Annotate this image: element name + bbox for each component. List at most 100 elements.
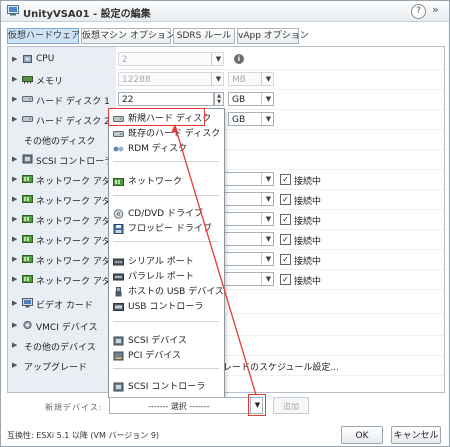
add-button[interactable]: 追加: [273, 397, 309, 414]
network-select[interactable]: ▼: [218, 192, 274, 206]
menu-item-label: RDM ディスク: [128, 144, 188, 154]
menu-item-cd-dvd-drive[interactable]: CD/DVD ドライブ: [111, 207, 221, 221]
virtual-hardware-panel: ▶ CPU 2 ▼ i ▶ メモリ 12288 ▼ MB ▼ ▶ ハード ディス…: [7, 46, 445, 393]
expand-arrow-icon[interactable]: ▶: [12, 255, 17, 263]
expand-arrow-icon[interactable]: ▶: [12, 341, 17, 349]
tab-vapp-options[interactable]: vApp オプション: [237, 28, 309, 44]
cpu-label: CPU: [36, 54, 55, 64]
new-device-select[interactable]: ------- 選択 ------- ▼: [109, 397, 263, 414]
hard-disk-icon: [113, 131, 124, 137]
menu-item-label: パラレル ポート: [128, 272, 194, 282]
connected-checkbox[interactable]: ✓: [280, 214, 291, 225]
network-select[interactable]: ▼: [218, 172, 274, 186]
network-adapter-icon: [22, 275, 33, 283]
network-select[interactable]: ▼: [218, 272, 274, 286]
tab-vm-options[interactable]: 仮想マシン オプション: [81, 28, 175, 44]
menu-item-new-hard-disk[interactable]: 新規ハード ディスク: [111, 112, 221, 126]
menu-separator: [113, 195, 219, 196]
menu-item-serial-port[interactable]: シリアル ポート: [111, 255, 221, 269]
hard-disk-1-unit: GB: [232, 95, 246, 105]
menu-item-label: SCSI デバイス: [128, 336, 187, 346]
expand-arrow-icon[interactable]: ▶: [12, 195, 17, 203]
menu-separator: [113, 368, 219, 369]
chevron-down-icon: ▼: [211, 53, 225, 65]
menu-item-pci-device[interactable]: PCI デバイス: [111, 349, 221, 363]
expand-arrow-icon[interactable]: ▶: [12, 215, 17, 223]
menu-item-label: フロッピー ドライブ: [128, 224, 212, 234]
network-adapter-icon: [22, 215, 33, 223]
help-icon[interactable]: ?: [411, 4, 426, 19]
expand-arrow-icon[interactable]: ▶: [12, 175, 17, 183]
network-adapter-icon: [113, 178, 124, 186]
cpu-icon: [23, 55, 32, 63]
hard-disk-2-unit-select[interactable]: GB ▼: [228, 112, 274, 126]
menu-item-rdm-disk[interactable]: RDM ディスク: [111, 142, 221, 156]
menu-item-existing-hard-disk[interactable]: 既存のハード ディスク: [111, 127, 221, 141]
hard-disk-1-unit-select[interactable]: GB ▼: [228, 92, 274, 106]
menu-item-host-usb-device[interactable]: ホストの USB デバイス: [111, 285, 224, 299]
row-other-disks: その他のディスク: [8, 129, 444, 150]
expand-arrow-icon[interactable]: ▶: [12, 95, 17, 103]
connected-label: 接続中: [294, 257, 322, 267]
row-memory: ▶ メモリ 12288 ▼ MB ▼: [8, 69, 444, 90]
menu-item-network[interactable]: ネットワーク: [111, 175, 221, 189]
expand-arrow-icon[interactable]: ▶: [12, 75, 17, 83]
menu-item-floppy-drive[interactable]: フロッピー ドライブ: [111, 222, 221, 236]
menu-item-label: シリアル ポート: [128, 257, 194, 267]
network-select[interactable]: ▼: [218, 232, 274, 246]
memory-unit-select[interactable]: MB ▼: [228, 72, 274, 86]
tab-sdrs-rules[interactable]: SDRS ルール: [173, 28, 235, 44]
cpu-select[interactable]: 2 ▼: [118, 52, 224, 66]
row-scsi-controller: ▶ SCSI コントローラ 0: [8, 149, 444, 170]
menu-item-label: 新規ハード ディスク: [128, 114, 212, 124]
expand-arrow-icon[interactable]: ▶: [12, 155, 17, 163]
connected-checkbox[interactable]: ✓: [280, 194, 291, 205]
hard-disk-1-size-input[interactable]: 22: [118, 92, 214, 106]
network-adapter-icon: [22, 255, 33, 263]
new-device-label: 新規デバイス:: [45, 403, 103, 412]
menu-item-label: SCSI コントローラ: [128, 382, 206, 392]
tab-virtual-hardware[interactable]: 仮想ハードウェア: [7, 28, 80, 44]
memory-icon: [22, 76, 33, 84]
cancel-button[interactable]: キャンセル: [391, 426, 441, 444]
menu-item-parallel-port[interactable]: パラレル ポート: [111, 270, 221, 284]
memory-value: 12288: [122, 75, 151, 85]
pci-device-icon: [113, 351, 124, 361]
bottom-bar: 新規デバイス: ------- 選択 ------- ▼ 追加 互換性: ESX…: [1, 394, 449, 446]
expand-arrow-icon[interactable]: ▶: [12, 275, 17, 283]
hard-disk-1-size: 22: [122, 95, 134, 105]
vmci-device-label: VMCI デバイス: [36, 323, 98, 333]
expand-arrow-icon[interactable]: ▶: [12, 235, 17, 243]
expand-arrow-icon[interactable]: ▶: [12, 55, 17, 63]
ok-button[interactable]: OK: [341, 426, 383, 444]
expand-arrow-icon[interactable]: ▶: [12, 321, 17, 329]
connected-checkbox[interactable]: ✓: [280, 274, 291, 285]
expand-arrow-icon[interactable]: ▶: [12, 361, 17, 369]
size-spinner-icon[interactable]: ▲ ▼: [214, 92, 224, 106]
memory-label: メモリ: [36, 77, 64, 87]
expand-arrow-icon[interactable]: ▶: [12, 115, 17, 123]
memory-input[interactable]: 12288 ▼: [118, 72, 224, 86]
serial-port-icon: [113, 258, 124, 266]
row-network-adapter: ▶ ネットワーク アダプタ ▼ ✓ 接続中: [8, 169, 444, 190]
expand-icon[interactable]: »: [432, 3, 439, 16]
row-upgrade: ▶ アップグレード グレードのスケジュール設定...: [8, 355, 444, 376]
connected-checkbox[interactable]: ✓: [280, 234, 291, 245]
network-select[interactable]: ▼: [218, 212, 274, 226]
upgrade-schedule-text[interactable]: グレードのスケジュール設定...: [214, 360, 339, 373]
connected-checkbox[interactable]: ✓: [280, 254, 291, 265]
hard-disk-icon: [22, 96, 33, 102]
hard-disk-2-label: ハード ディスク 2: [36, 117, 110, 127]
menu-item-scsi-controller[interactable]: SCSI コントローラ: [111, 380, 221, 394]
network-select[interactable]: ▼: [218, 252, 274, 266]
info-icon[interactable]: i: [234, 54, 244, 64]
chevron-down-icon: ▼: [261, 233, 275, 245]
floppy-icon: [113, 224, 124, 234]
new-device-menu: 新規ハード ディスク 既存のハード ディスク RDM ディスク ネットワーク C…: [108, 108, 225, 398]
menu-item-scsi-device[interactable]: SCSI デバイス: [111, 334, 221, 348]
expand-arrow-icon[interactable]: ▶: [12, 299, 17, 307]
cpu-value: 2: [122, 55, 128, 65]
chevron-down-icon[interactable]: ▼: [250, 398, 264, 413]
connected-checkbox[interactable]: ✓: [280, 174, 291, 185]
menu-item-usb-controller[interactable]: USB コントローラ: [111, 300, 221, 314]
